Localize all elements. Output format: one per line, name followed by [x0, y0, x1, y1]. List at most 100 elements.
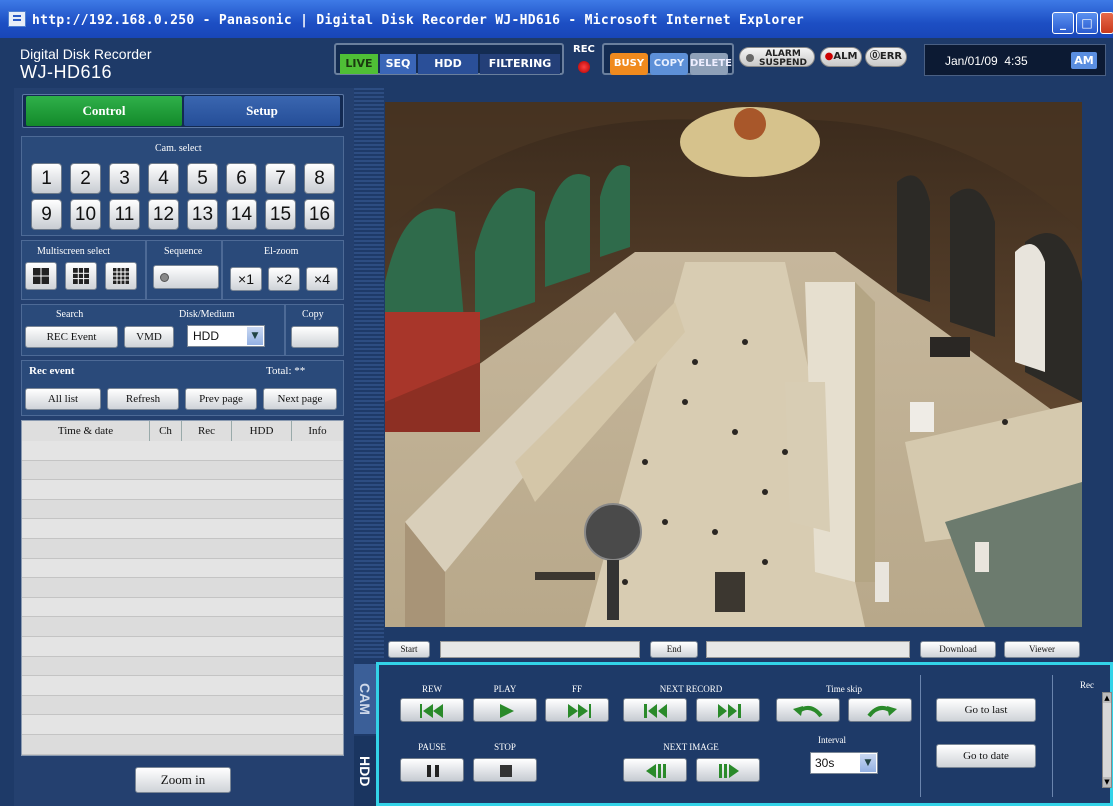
vmd-search-button[interactable]: VMD: [124, 326, 174, 348]
el-zoom-x2-button[interactable]: ×2: [268, 267, 300, 291]
camera-button-5[interactable]: 5: [187, 163, 218, 194]
table-row[interactable]: [22, 715, 343, 735]
camera-button-3[interactable]: 3: [109, 163, 140, 194]
table-row[interactable]: [22, 441, 343, 461]
rec-indicator-icon: [578, 61, 590, 73]
table-row[interactable]: [22, 617, 343, 637]
table-row[interactable]: [22, 676, 343, 696]
start-button[interactable]: Start: [388, 641, 430, 658]
camera-button-11[interactable]: 11: [109, 199, 140, 230]
prev-record-button[interactable]: [623, 698, 687, 722]
camera-button-9[interactable]: 9: [31, 199, 62, 230]
multiscreen-16-button[interactable]: [105, 262, 137, 290]
rec-label: REC: [573, 44, 595, 55]
camera-button-1[interactable]: 1: [31, 163, 62, 194]
play-button[interactable]: [473, 698, 537, 722]
copy-button[interactable]: [291, 326, 339, 348]
time-skip-forward-button[interactable]: [848, 698, 912, 722]
sequence-button[interactable]: [153, 265, 219, 289]
camera-button-15[interactable]: 15: [265, 199, 296, 230]
table-row[interactable]: [22, 499, 343, 520]
table-row[interactable]: [22, 597, 343, 618]
table-row[interactable]: [22, 460, 343, 481]
multiscreen-4-button[interactable]: [25, 262, 57, 290]
camera-button-6[interactable]: 6: [226, 163, 257, 194]
download-button[interactable]: Download: [920, 641, 996, 658]
stop-button[interactable]: [473, 758, 537, 782]
table-row[interactable]: [22, 558, 343, 579]
camera-button-4[interactable]: 4: [148, 163, 179, 194]
disk-medium-value: HDD: [193, 329, 219, 343]
grid-9-icon: [73, 268, 89, 284]
product-line: Digital Disk Recorder: [20, 46, 152, 62]
next-record-button[interactable]: [696, 698, 760, 722]
divider: [920, 675, 921, 797]
alm-button[interactable]: ●ALM: [820, 47, 862, 67]
rec-scrollbar[interactable]: ▲ ▼: [1102, 692, 1112, 788]
table-row[interactable]: [22, 656, 343, 677]
el-zoom-x1-button[interactable]: ×1: [230, 267, 262, 291]
camera-button-10[interactable]: 10: [70, 199, 101, 230]
table-row[interactable]: [22, 480, 343, 500]
minimize-button[interactable]: _: [1052, 12, 1074, 34]
end-button[interactable]: End: [650, 641, 698, 658]
status-delete: DELETE: [690, 53, 732, 75]
table-row[interactable]: [22, 578, 343, 598]
pause-button[interactable]: [400, 758, 464, 782]
close-button[interactable]: [1100, 12, 1113, 34]
table-row[interactable]: [22, 735, 343, 755]
step-back-icon: [646, 764, 666, 778]
mode-indicator-bar: LIVE SEQ HDD FILTERING: [334, 43, 564, 75]
table-row[interactable]: [22, 539, 343, 559]
interval-select[interactable]: 30s ▼: [810, 752, 878, 774]
pause-icon: [427, 765, 439, 777]
play-label: PLAY: [493, 684, 517, 694]
camera-button-8[interactable]: 8: [304, 163, 335, 194]
tab-control[interactable]: Control: [26, 96, 182, 126]
table-row[interactable]: [22, 519, 343, 539]
camera-button-16[interactable]: 16: [304, 199, 335, 230]
sequence-title: Sequence: [164, 246, 203, 257]
multiscreen-9-button[interactable]: [65, 262, 97, 290]
next-image-button[interactable]: [696, 758, 760, 782]
all-list-button[interactable]: All list: [25, 388, 101, 410]
end-time-field[interactable]: [706, 641, 910, 658]
rec-event-search-button[interactable]: REC Event: [25, 326, 118, 348]
next-page-button[interactable]: Next page: [263, 388, 337, 410]
refresh-button[interactable]: Refresh: [107, 388, 179, 410]
table-row[interactable]: [22, 637, 343, 657]
prev-page-button[interactable]: Prev page: [185, 388, 257, 410]
camera-button-13[interactable]: 13: [187, 199, 218, 230]
camera-button-2[interactable]: 2: [70, 163, 101, 194]
start-time-field[interactable]: [440, 641, 640, 658]
stop-icon: [500, 765, 512, 777]
mode-filtering: FILTERING: [480, 54, 560, 74]
maximize-button[interactable]: □: [1076, 12, 1098, 34]
tab-hdd[interactable]: HDD: [354, 736, 376, 806]
camera-button-12[interactable]: 12: [148, 199, 179, 230]
alarm-suspend-button[interactable]: ALARM SUSPEND: [739, 47, 815, 68]
ff-button[interactable]: [545, 698, 609, 722]
prev-image-button[interactable]: [623, 758, 687, 782]
el-zoom-x4-button[interactable]: ×4: [306, 267, 338, 291]
datetime-text: Jan/01/09 4:35: [945, 54, 1028, 68]
cam-select-title: Cam. select: [155, 143, 202, 154]
camera-video-view[interactable]: [385, 102, 1082, 627]
table-row[interactable]: [22, 695, 343, 716]
camera-button-14[interactable]: 14: [226, 199, 257, 230]
tab-setup[interactable]: Setup: [184, 96, 340, 126]
disk-medium-select[interactable]: HDD ▼: [187, 325, 265, 347]
go-to-last-button[interactable]: Go to last: [936, 698, 1036, 722]
zoom-in-button[interactable]: Zoom in: [135, 767, 231, 793]
camera-button-7[interactable]: 7: [265, 163, 296, 194]
pause-label: PAUSE: [418, 742, 446, 752]
err-button[interactable]: ⓪ERR: [865, 47, 907, 67]
time-skip-back-button[interactable]: [776, 698, 840, 722]
rew-button[interactable]: [400, 698, 464, 722]
scroll-down-icon[interactable]: ▼: [1103, 777, 1111, 787]
tab-cam[interactable]: CAM: [354, 664, 376, 734]
go-to-date-button[interactable]: Go to date: [936, 744, 1036, 768]
camera-image: [385, 102, 1082, 627]
viewer-button[interactable]: Viewer: [1004, 641, 1080, 658]
scroll-up-icon[interactable]: ▲: [1103, 693, 1111, 703]
